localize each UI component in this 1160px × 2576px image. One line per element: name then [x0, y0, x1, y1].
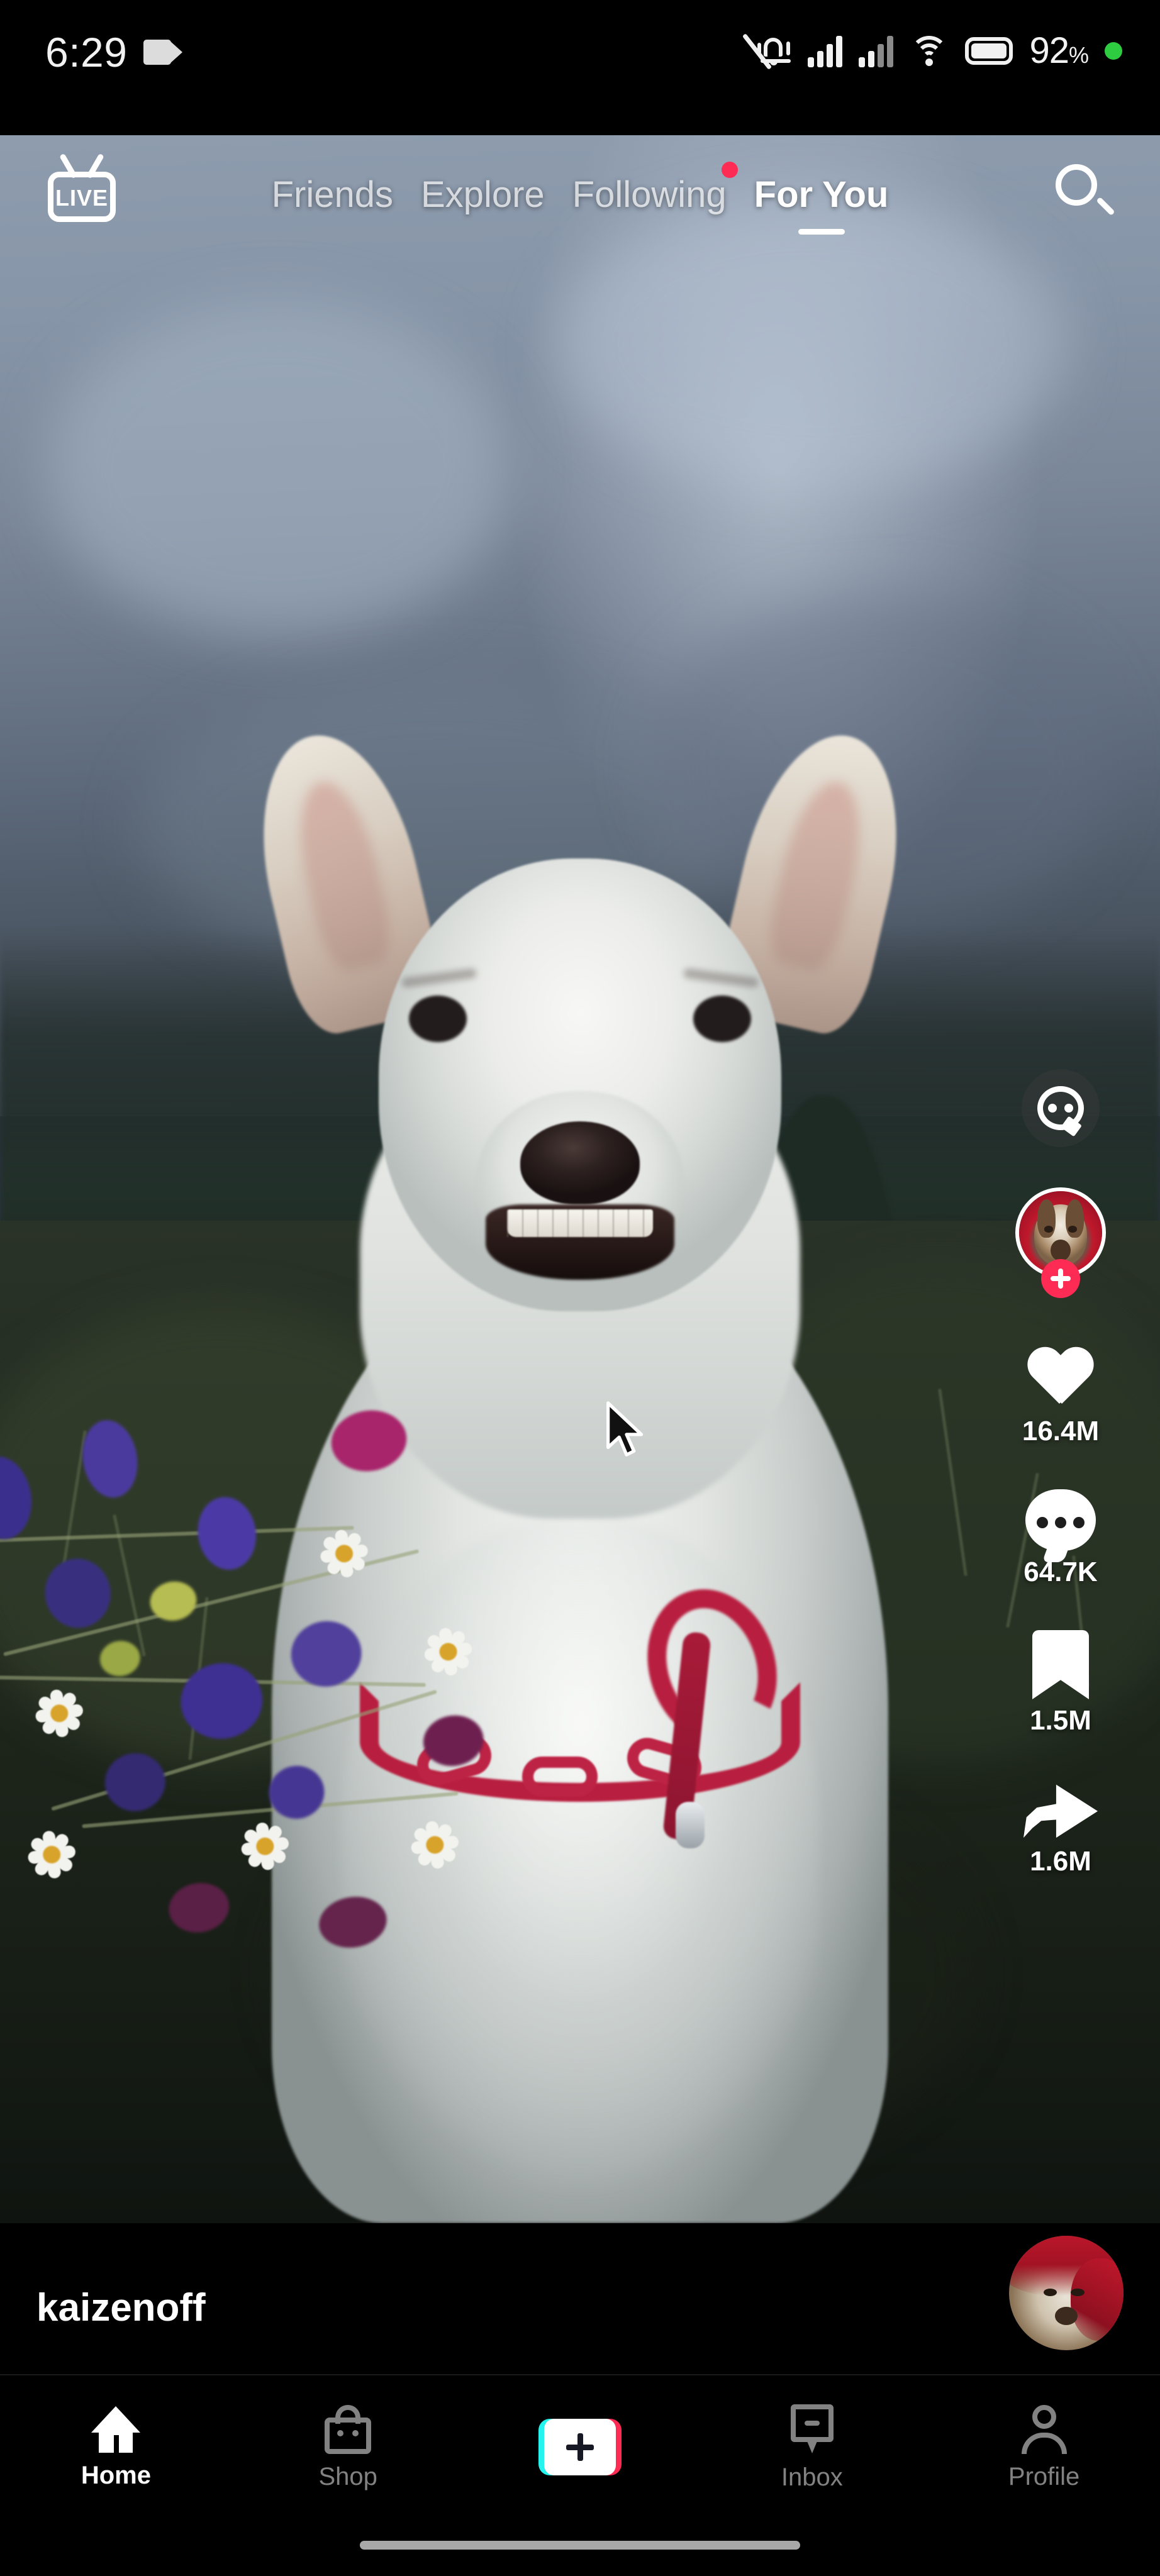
share-icon — [1023, 1780, 1098, 1840]
post-username[interactable]: kaizenoff — [36, 2289, 206, 2328]
wifi-icon — [910, 35, 949, 67]
status-bar-right: 92% — [742, 30, 1122, 71]
nav-home[interactable]: Home — [0, 2406, 232, 2488]
signal-bars-full-icon — [808, 35, 843, 67]
status-time: 6:29 — [45, 29, 128, 75]
comment-icon — [1025, 1489, 1096, 1562]
shop-bag-icon — [325, 2405, 372, 2454]
profile-icon — [1021, 2405, 1067, 2454]
top-navigation: LIVE Friends Explore Following For You — [0, 135, 1160, 255]
following-badge-dot — [721, 162, 738, 178]
tab-friends[interactable]: Friends — [270, 170, 394, 219]
bookmark-button[interactable]: 1.5M — [1030, 1586, 1091, 1735]
share-button[interactable]: 1.6M — [1023, 1735, 1098, 1875]
heart-icon — [1027, 1348, 1095, 1410]
nav-home-label: Home — [81, 2462, 151, 2489]
tab-explore-label: Explore — [421, 174, 545, 215]
tab-friends-label: Friends — [271, 174, 393, 215]
video-frame — [0, 135, 1160, 2223]
nav-inbox-label: Inbox — [781, 2463, 843, 2491]
comment-count: 64.7K — [1023, 1557, 1098, 1587]
comment-button[interactable]: 64.7K — [1023, 1445, 1098, 1587]
nav-inbox[interactable]: Inbox — [696, 2404, 928, 2490]
bell-mute-icon — [742, 33, 791, 70]
tab-explore[interactable]: Explore — [420, 170, 546, 219]
wildflower-bouquet — [0, 1314, 749, 2050]
nav-create[interactable] — [464, 2419, 696, 2475]
nav-profile-label: Profile — [1008, 2463, 1080, 2490]
chat-bubble-icon[interactable] — [1022, 1069, 1100, 1147]
music-disc-avatar[interactable] — [1009, 2236, 1124, 2350]
creator-avatar[interactable] — [1015, 1187, 1106, 1298]
like-count: 16.4M — [1022, 1416, 1100, 1446]
bottom-navigation: Home Shop Inbox Profile — [0, 2374, 1160, 2519]
status-bar-left: 6:29 — [45, 29, 183, 75]
status-bar: 6:29 92% — [0, 0, 1160, 135]
green-status-dot — [1105, 42, 1122, 60]
follow-plus-icon[interactable] — [1041, 1259, 1080, 1298]
share-count: 1.6M — [1030, 1846, 1091, 1877]
video-player[interactable] — [0, 135, 1160, 2223]
bookmark-count: 1.5M — [1030, 1705, 1091, 1736]
tab-following[interactable]: Following — [571, 162, 738, 219]
search-icon[interactable] — [1056, 164, 1115, 219]
tab-for-you-label: For You — [754, 174, 889, 215]
bookmark-icon — [1032, 1630, 1089, 1699]
nav-shop-label: Shop — [318, 2463, 377, 2490]
active-tab-underline — [798, 229, 845, 235]
video-camera-icon — [143, 40, 183, 65]
home-icon — [91, 2406, 141, 2453]
tab-following-label: Following — [572, 174, 727, 215]
action-rail: 16.4M 64.7K 1.5M 1.6M — [998, 1069, 1124, 1875]
nav-profile[interactable]: Profile — [928, 2405, 1160, 2489]
battery-icon — [965, 37, 1013, 65]
feed-tabs: Friends Explore Following For You — [0, 135, 1160, 255]
phone-screen: 6:29 92% LIVE Friends Explore Following … — [0, 0, 1160, 2576]
post-meta: kaizenoff — [0, 2223, 1160, 2374]
create-plus-icon — [538, 2419, 622, 2475]
like-button[interactable]: 16.4M — [1022, 1298, 1099, 1445]
inbox-icon — [790, 2404, 834, 2455]
home-indicator-bar — [360, 2541, 800, 2550]
tab-for-you[interactable]: For You — [753, 170, 890, 235]
battery-percent: 92% — [1029, 30, 1089, 71]
signal-bars-partial-icon — [859, 35, 894, 67]
nav-shop[interactable]: Shop — [232, 2405, 464, 2489]
